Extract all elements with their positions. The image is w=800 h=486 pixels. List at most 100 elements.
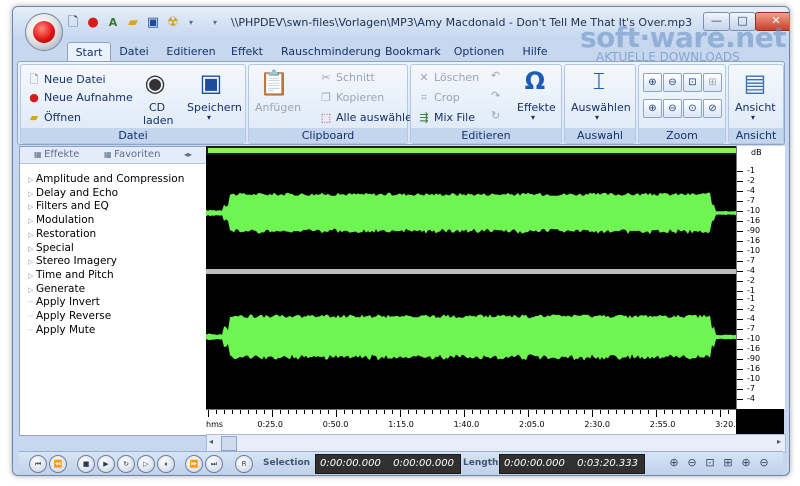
- pause-icon[interactable]: ⏸: [157, 455, 175, 473]
- selection-time-box[interactable]: 0:00:00.000 0:00:00.000: [315, 454, 461, 474]
- save-button[interactable]: Speichern: [187, 101, 242, 114]
- waveform-channel-right[interactable]: [206, 276, 736, 398]
- waveform-channel-left[interactable]: [206, 158, 736, 268]
- new-file-icon[interactable]: 🗋: [65, 15, 81, 31]
- tree-item[interactable]: ▷ Filters and EQ: [28, 200, 109, 212]
- qa-more-icon[interactable]: ▾: [207, 15, 223, 31]
- open-button[interactable]: ▰ Öffnen: [27, 111, 81, 124]
- tree-item[interactable]: ▷ Special: [28, 242, 74, 254]
- tab-optionen[interactable]: Optionen: [453, 42, 505, 61]
- close-button[interactable]: ✕: [755, 12, 789, 31]
- scroll-left-icon[interactable]: ◂: [209, 437, 213, 446]
- panel-nav-icon[interactable]: ◂▸: [184, 148, 192, 161]
- append-button[interactable]: Anfügen: [255, 101, 301, 114]
- customize-dropdown-icon[interactable]: ▾: [183, 15, 199, 31]
- zoom-out-icon[interactable]: ⊖: [685, 456, 699, 470]
- record-icon[interactable]: ●: [85, 15, 101, 31]
- tab-rauschminderung[interactable]: Rauschminderung: [281, 42, 381, 61]
- view-layout-icon[interactable]: ▤: [741, 69, 769, 97]
- view-dropdown-icon[interactable]: ▾: [751, 113, 755, 122]
- radioactive-icon[interactable]: ☢: [165, 15, 181, 31]
- scroll-thumb[interactable]: [221, 436, 237, 451]
- go-start-icon[interactable]: ⏮: [29, 455, 47, 473]
- tree-item[interactable]: ▷ Restoration: [28, 228, 96, 240]
- zoom-in-vertical-icon[interactable]: ⊕: [643, 99, 662, 118]
- length-time-box[interactable]: 0:00:00.000 0:03:20.333: [499, 454, 645, 474]
- scroll-right-icon[interactable]: ▸: [777, 437, 781, 446]
- zoom-selection-icon[interactable]: ⊞: [703, 73, 722, 92]
- edit-text-icon[interactable]: A: [105, 15, 121, 31]
- tab-editieren[interactable]: Editieren: [163, 42, 219, 61]
- tab-datei[interactable]: Datei: [117, 42, 151, 61]
- record-icon[interactable]: R: [235, 455, 253, 473]
- time-tick: [328, 410, 329, 414]
- save-icon[interactable]: ▣: [197, 69, 225, 97]
- text-cursor-icon[interactable]: 𝙸: [585, 67, 613, 95]
- stop-icon[interactable]: ■: [77, 455, 95, 473]
- cut-button[interactable]: ✂ Schnitt: [319, 71, 374, 84]
- tab-hilfe[interactable]: Hilfe: [519, 42, 551, 61]
- tab-favorites[interactable]: ▦ Favoriten: [104, 148, 160, 161]
- zoom-selection-icon[interactable]: ⊞: [721, 456, 735, 470]
- select-button[interactable]: Auswählen: [571, 101, 631, 114]
- cd-icon[interactable]: ◉: [141, 69, 169, 97]
- minimize-button[interactable]: —: [703, 12, 730, 31]
- tab-bookmark[interactable]: Bookmark: [385, 42, 441, 61]
- tree-item[interactable]: ┈ Apply Mute: [28, 324, 95, 336]
- effects-button[interactable]: Effekte: [517, 101, 556, 114]
- omega-effects-icon[interactable]: Ω: [521, 67, 549, 95]
- maximize-button[interactable]: □: [729, 12, 756, 31]
- play-selection-icon[interactable]: ▷: [137, 455, 155, 473]
- new-file-button[interactable]: 🗋 Neue Datei: [27, 71, 106, 90]
- zoom-reset-icon[interactable]: ⊘: [703, 99, 722, 118]
- view-button[interactable]: Ansicht: [735, 101, 776, 114]
- tree-item[interactable]: ▷ Delay and Echo: [28, 187, 118, 199]
- zoom-out-vertical-icon[interactable]: ⊖: [663, 99, 682, 118]
- tree-item[interactable]: ┈ Apply Reverse: [28, 310, 111, 322]
- tree-item[interactable]: ▷ Generate: [28, 283, 85, 295]
- repeat-icon[interactable]: ↻: [491, 109, 500, 122]
- tree-item[interactable]: ▷ Time and Pitch: [28, 269, 114, 281]
- fast-forward-icon[interactable]: ⏩: [185, 455, 203, 473]
- zoom-full-icon[interactable]: ⊡: [683, 73, 702, 92]
- tree-item[interactable]: ▷ Amplitude and Compression: [28, 173, 184, 185]
- open-folder-icon[interactable]: ▰: [125, 15, 141, 31]
- delete-button[interactable]: ✕ Löschen: [417, 71, 479, 84]
- tab-effekt[interactable]: Effekt: [227, 42, 267, 61]
- effects-dropdown-icon[interactable]: ▾: [531, 113, 535, 122]
- select-dropdown-icon[interactable]: ▾: [595, 113, 599, 122]
- time-tick: [584, 410, 585, 414]
- zoom-out-horizontal-icon[interactable]: ⊖: [663, 73, 682, 92]
- zoom-full-icon[interactable]: ⊡: [703, 456, 717, 470]
- waveform-area[interactable]: dB -1 -2 -4 -7 -10 -16 -90 -16 -10 -7 -4 -2 -1 -1 -2 -4…: [206, 146, 785, 435]
- crop-button[interactable]: ⌗ Crop: [417, 91, 460, 105]
- zoom-in-horizontal-icon[interactable]: ⊕: [643, 73, 662, 92]
- zoom-in-vertical-icon[interactable]: ⊕: [739, 456, 753, 470]
- mix-file-button[interactable]: ⇶ Mix File: [417, 111, 475, 124]
- zoom-out-vertical-icon[interactable]: ⊖: [757, 456, 771, 470]
- copy-button[interactable]: ❐ Kopieren: [319, 91, 384, 104]
- tab-start[interactable]: Start: [67, 42, 111, 62]
- undo-icon[interactable]: ↶: [491, 69, 500, 82]
- go-end-icon[interactable]: ⏭: [205, 455, 223, 473]
- delete-label: Löschen: [434, 71, 480, 84]
- loop-icon[interactable]: ↻: [117, 455, 135, 473]
- tree-item[interactable]: ▷ Stereo Imagery: [28, 255, 117, 267]
- save-icon[interactable]: ▣: [145, 15, 161, 31]
- tab-effects[interactable]: ▦ Effekte: [34, 148, 79, 161]
- overview-bar[interactable]: [206, 146, 784, 155]
- zoom-fit-icon[interactable]: ⊙: [683, 99, 702, 118]
- tree-item[interactable]: ┈ Apply Invert: [28, 296, 100, 308]
- tree-item[interactable]: ▷ Modulation: [28, 214, 94, 226]
- save-dropdown-icon[interactable]: ▾: [207, 113, 211, 122]
- redo-icon[interactable]: ↷: [491, 89, 500, 102]
- select-all-button[interactable]: ⬚ Alle auswählen: [319, 111, 419, 124]
- play-icon[interactable]: ▶: [97, 455, 115, 473]
- zoom-in-icon[interactable]: ⊕: [667, 456, 681, 470]
- new-recording-button[interactable]: ● Neue Aufnahme: [27, 91, 133, 104]
- cd-load-button[interactable]: CD: [149, 101, 165, 114]
- rewind-icon[interactable]: ⏪: [49, 455, 67, 473]
- overview-thumb[interactable]: [208, 148, 736, 153]
- cd-load-label-2: laden: [143, 114, 174, 127]
- app-menu-button[interactable]: [25, 13, 63, 51]
